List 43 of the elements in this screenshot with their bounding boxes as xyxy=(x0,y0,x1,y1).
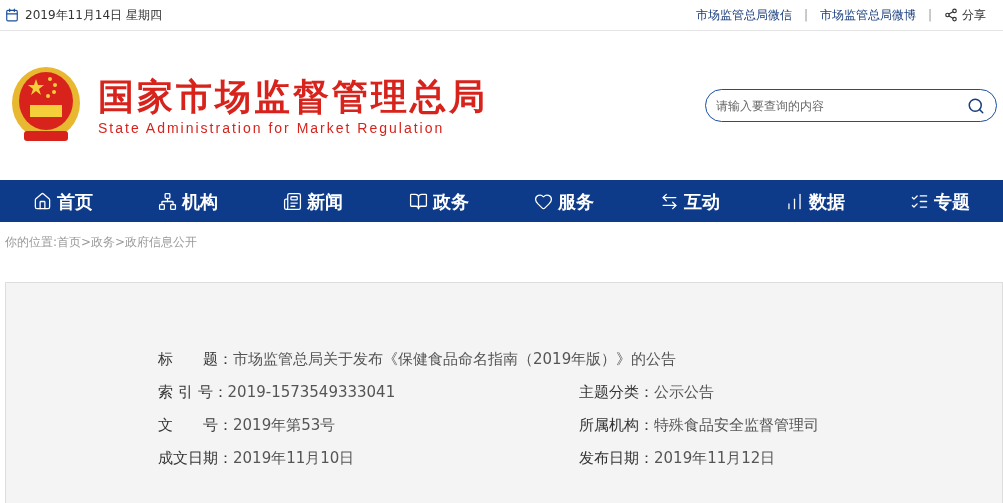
field-value: 2019年11月10日 xyxy=(233,448,355,470)
calendar-icon xyxy=(5,8,19,22)
field-label: 文 号： xyxy=(158,415,233,437)
nav-item[interactable]: 数据 xyxy=(752,180,878,222)
field-value: 市场监管总局关于发布《保健食品命名指南（2019年版）》的公告 xyxy=(233,349,677,371)
field-label: 标 题： xyxy=(158,349,233,371)
search-icon[interactable] xyxy=(967,97,985,115)
share-button[interactable]: 分享 xyxy=(944,6,986,24)
field-label: 发布日期： xyxy=(579,448,654,470)
field-value: 特殊食品安全监督管理司 xyxy=(654,415,819,437)
site-title: 国家市场监督管理总局 xyxy=(98,74,488,119)
date-text: 2019年11月14日 星期四 xyxy=(25,7,162,24)
hierarchy-icon xyxy=(158,191,178,211)
breadcrumb-label: 你的位置: xyxy=(5,234,58,251)
breadcrumb-separator: > xyxy=(115,234,126,251)
field-value: 2019年第53号 xyxy=(233,415,336,437)
field-label: 主题分类： xyxy=(579,382,654,404)
nav-item[interactable]: 首页 xyxy=(0,180,126,222)
field-label: 索 引 号： xyxy=(158,382,228,404)
share-icon xyxy=(944,8,958,22)
social-link[interactable]: 市场监管总局微信 xyxy=(695,6,792,24)
heart-icon xyxy=(534,191,554,211)
field-label: 成文日期： xyxy=(158,448,233,470)
nav-item[interactable]: 服务 xyxy=(501,180,627,222)
field-label: 所属机构： xyxy=(579,415,654,437)
field-value: 公示公告 xyxy=(654,382,714,404)
home-icon xyxy=(32,191,52,211)
nav-item[interactable]: 专题 xyxy=(877,180,1003,222)
social-link[interactable]: 市场监管总局微博 xyxy=(819,6,916,24)
nav-item[interactable]: 机构 xyxy=(125,180,251,222)
site-subtitle: State Administration for Market Regulation xyxy=(98,118,446,137)
book-icon xyxy=(408,191,428,211)
search-field[interactable]: 请输入要查询的内容 xyxy=(705,89,997,122)
newspaper-icon xyxy=(283,191,303,211)
separator-text: | xyxy=(803,7,808,24)
field-value: 2019年11月12日 xyxy=(654,448,776,470)
breadcrumb-separator: > xyxy=(81,234,92,251)
nav-item[interactable]: 互动 xyxy=(626,180,753,222)
field-value: 2019-1573549333041 xyxy=(227,382,396,404)
nav-item[interactable]: 政务 xyxy=(376,180,502,222)
separator-text: | xyxy=(927,7,932,24)
arrows-icon xyxy=(659,191,679,211)
nav-item[interactable]: 新闻 xyxy=(250,180,377,222)
